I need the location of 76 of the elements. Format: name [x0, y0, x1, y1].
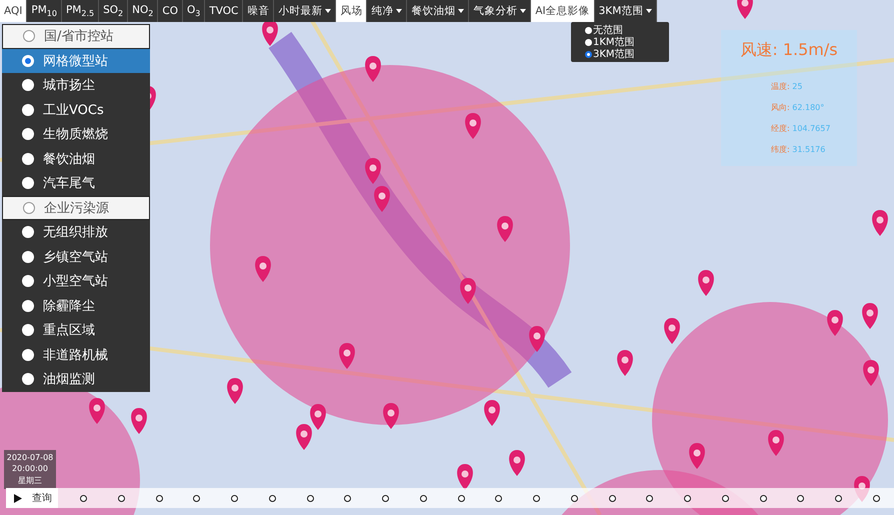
weather-detail: 风向: 62.180°: [771, 102, 826, 113]
station-type-item[interactable]: 网格微型站: [2, 48, 150, 73]
toolbar-tab[interactable]: CO: [158, 0, 183, 22]
toolbar-tab[interactable]: PM$_{10}$: [27, 0, 62, 22]
timeline-tick[interactable]: [344, 494, 352, 502]
timeline-tick[interactable]: [872, 494, 880, 502]
radio-button[interactable]: [22, 250, 34, 263]
query-button[interactable]: 查询: [6, 488, 58, 508]
timeline-tick[interactable]: [835, 494, 842, 502]
timeline-tick[interactable]: [684, 494, 691, 502]
radio-button[interactable]: [22, 373, 34, 386]
toolbar-tab[interactable]: SO$_{2}$: [99, 0, 128, 22]
toolbar-tab[interactable]: AI全息影像: [531, 0, 595, 22]
radio-button[interactable]: [22, 275, 34, 288]
caret-icon: [520, 9, 526, 13]
radio-button[interactable]: [585, 26, 592, 34]
date-text: 2020-07-08: [6, 453, 54, 462]
radio-button[interactable]: [585, 50, 592, 58]
toolbar-tab[interactable]: 纯净: [367, 0, 408, 22]
timeline-tick[interactable]: [231, 494, 238, 502]
station-type-item[interactable]: 企业污染源: [2, 196, 150, 220]
time-text: 20:00:00: [12, 464, 48, 473]
timeline-tick[interactable]: [80, 494, 87, 502]
toolbar-tab[interactable]: PM$_{2.5}$: [62, 0, 100, 22]
caret-icon: [646, 9, 652, 13]
radio-button[interactable]: [585, 38, 592, 46]
range-option[interactable]: 无范围: [585, 24, 655, 36]
toolbar-tab[interactable]: AQI: [0, 0, 28, 22]
radio-button[interactable]: [22, 152, 34, 165]
range-option[interactable]: 3KM范围: [585, 48, 655, 60]
timeline-tick[interactable]: [797, 494, 804, 502]
caret-icon: [396, 9, 402, 13]
weather-detail: 温度: 25: [771, 81, 804, 92]
weekday-text: 星期三: [18, 475, 42, 486]
timeline-tick[interactable]: [570, 494, 578, 502]
timeline-tick[interactable]: [193, 494, 200, 502]
toolbar-tab[interactable]: 风场: [336, 0, 368, 22]
caret-icon: [325, 9, 332, 13]
timeline-tick[interactable]: [382, 494, 389, 502]
radio-button[interactable]: [22, 128, 34, 140]
timeline-tick[interactable]: [268, 494, 276, 502]
toolbar-tab[interactable]: 小时最新: [274, 0, 336, 22]
range-option[interactable]: 1KM范围: [585, 36, 655, 48]
station-type-item[interactable]: 国/省市控站: [2, 24, 150, 48]
radio-button[interactable]: [22, 300, 34, 312]
toolbar-tab[interactable]: 噪音: [243, 0, 274, 22]
timeline-tick[interactable]: [156, 494, 162, 502]
radio-button[interactable]: [22, 177, 34, 190]
toolbar-tab[interactable]: NO$_{2}$: [128, 0, 158, 22]
weather-detail: 经度: 104.7657: [771, 123, 830, 134]
radio-button[interactable]: [22, 79, 34, 92]
timeline-tick[interactable]: [533, 494, 540, 502]
radio-button[interactable]: [22, 226, 34, 238]
timeline-tick[interactable]: [118, 494, 125, 502]
toolbar-tab[interactable]: O$_{3}$: [182, 0, 206, 22]
timeline-tick[interactable]: [495, 494, 502, 502]
caret-icon: [458, 9, 464, 13]
timeline-tick[interactable]: [458, 494, 464, 502]
toolbar-tab[interactable]: 3KM范围: [594, 0, 658, 22]
toolbar-tab[interactable]: TVOC: [205, 0, 244, 22]
radio-button[interactable]: [22, 104, 34, 116]
radio-button[interactable]: [22, 348, 34, 361]
radio-button[interactable]: [23, 202, 35, 214]
timeline-tick[interactable]: [722, 494, 729, 502]
timeline-tick[interactable]: [608, 494, 616, 502]
radio-button[interactable]: [23, 30, 35, 42]
play-icon: [14, 494, 22, 502]
timeline-tick[interactable]: [646, 494, 654, 502]
wind-speed-text: 风速: 1.5m/s: [740, 40, 838, 61]
toolbar-tab[interactable]: 餐饮油烟: [407, 0, 470, 22]
timeline-tick[interactable]: [420, 494, 427, 502]
timeline-tick[interactable]: [760, 494, 766, 502]
weather-detail: 纬度: 31.5176: [771, 144, 826, 155]
toolbar-tab[interactable]: 气象分析: [469, 0, 532, 22]
timeline-tick[interactable]: [306, 494, 314, 502]
radio-button[interactable]: [22, 324, 34, 336]
